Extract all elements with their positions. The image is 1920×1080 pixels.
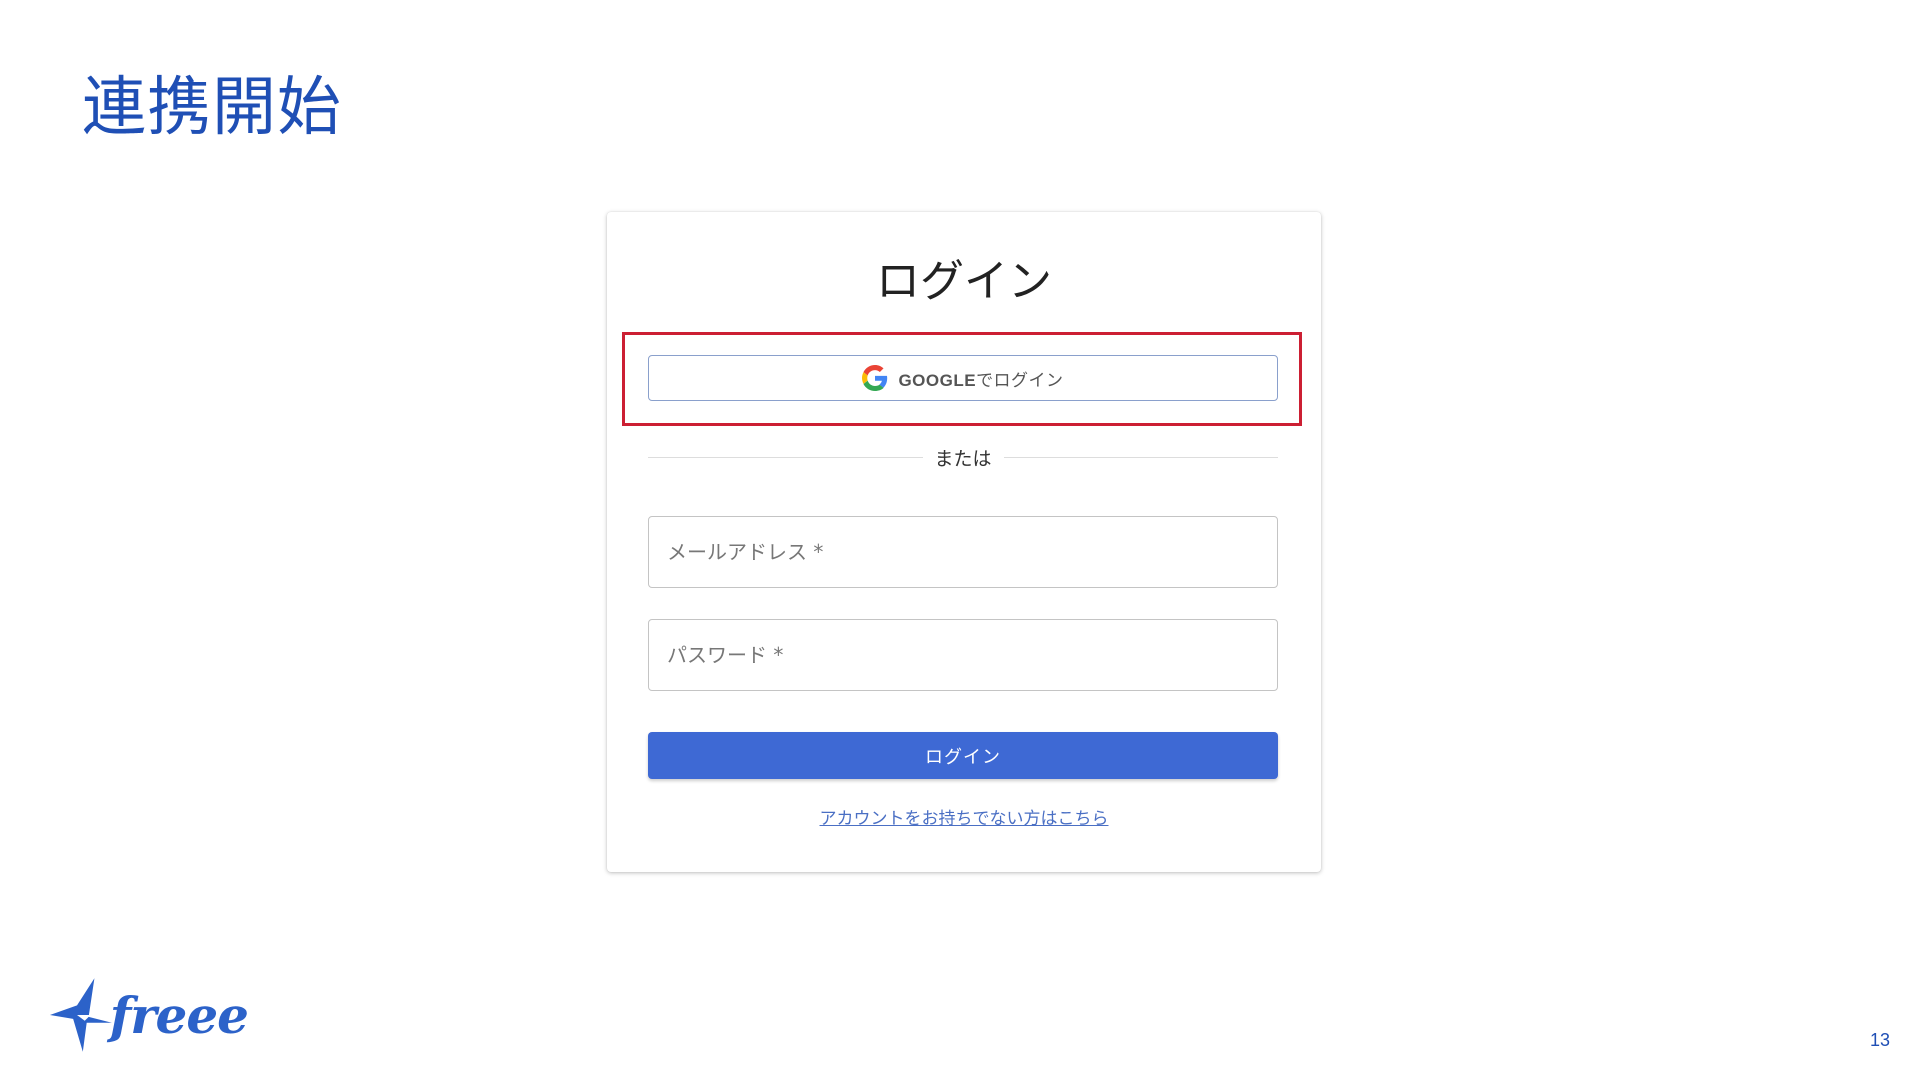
- page-number: 13: [1869, 1030, 1890, 1050]
- login-card: ログイン GOOGLEでログイン または ログイン アカウントをお持ちでない方は…: [607, 212, 1321, 872]
- login-title: ログイン: [876, 256, 1052, 307]
- divider-line-left: [648, 456, 923, 458]
- google-brand-text: GOOGLE: [898, 370, 977, 390]
- freee-logo: freee: [48, 975, 249, 1055]
- login-submit-button[interactable]: ログイン: [648, 732, 1278, 779]
- google-suffix-text: でログイン: [976, 370, 1064, 390]
- email-field[interactable]: [649, 517, 1277, 587]
- or-divider: または: [648, 444, 1279, 470]
- freee-wordmark: freee: [109, 985, 249, 1045]
- password-field[interactable]: [649, 620, 1277, 690]
- google-icon: [862, 365, 888, 391]
- divider-line-right: [1003, 456, 1279, 458]
- password-field-wrapper: [648, 619, 1278, 691]
- google-login-button[interactable]: GOOGLEでログイン: [648, 355, 1278, 401]
- freee-bird-icon: [49, 978, 112, 1052]
- signup-link[interactable]: アカウントをお持ちでない方はこちら: [607, 804, 1321, 829]
- slide-title: 連携開始: [82, 71, 342, 145]
- email-field-wrapper: [648, 516, 1278, 588]
- google-button-label: GOOGLEでログイン: [898, 366, 1063, 391]
- divider-text: または: [934, 447, 992, 470]
